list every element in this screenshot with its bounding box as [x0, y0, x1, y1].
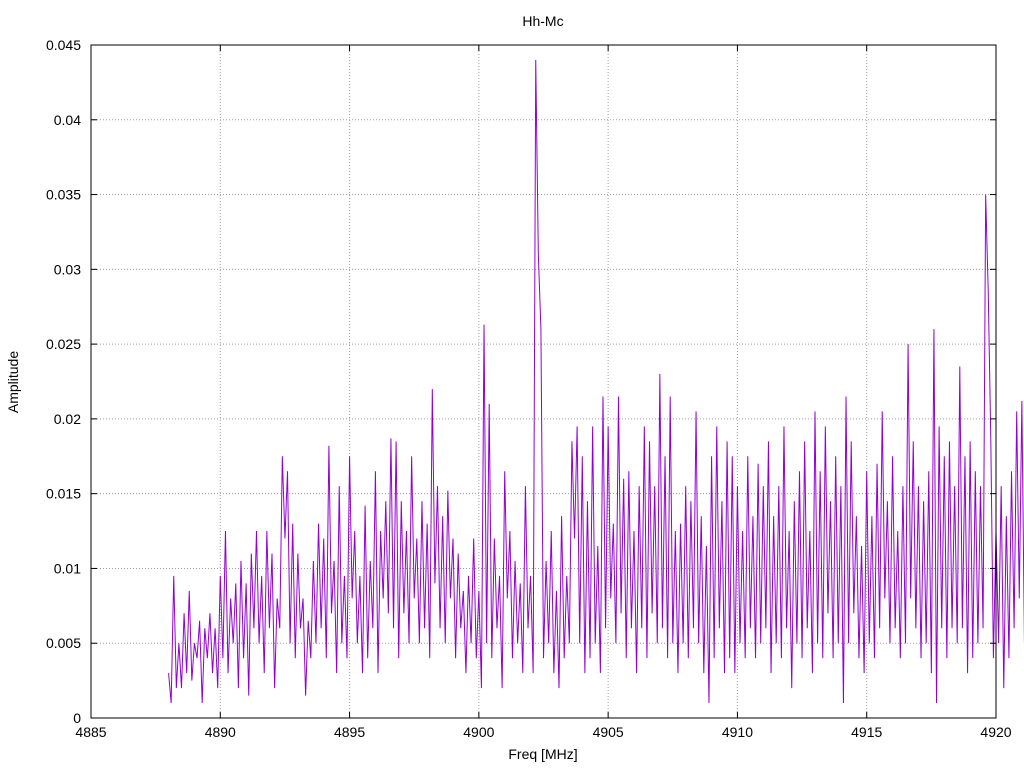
- y-tick-label: 0.04: [54, 112, 81, 128]
- x-tick-label: 4915: [851, 724, 882, 740]
- y-tick-label: 0.03: [54, 261, 81, 277]
- x-tick-label: 4910: [722, 724, 753, 740]
- x-tick-label: 4905: [593, 724, 624, 740]
- x-tick-label: 4890: [205, 724, 236, 740]
- x-tick-label: 4885: [75, 724, 106, 740]
- y-tick-label: 0.02: [54, 411, 81, 427]
- x-tick-label: 4900: [463, 724, 494, 740]
- y-tick-label: 0.025: [46, 336, 81, 352]
- spectrum-chart: 4885 4890 4895 4900 4905 4910 4915 4920 0 0.005 0.…: [0, 0, 1024, 768]
- y-axis-label: Amplitude: [5, 351, 21, 413]
- x-axis-label: Freq [MHz]: [508, 746, 577, 762]
- y-tick-label: 0.01: [54, 560, 81, 576]
- y-tick-label: 0.045: [46, 37, 81, 53]
- chart-title: Hh-Mc: [522, 13, 563, 29]
- x-tick-label: 4895: [334, 724, 365, 740]
- y-tick-label: 0.035: [46, 187, 81, 203]
- y-tick-label: 0.015: [46, 486, 81, 502]
- x-tick-label: 4920: [980, 724, 1011, 740]
- y-tick-label: 0: [73, 710, 81, 726]
- y-tick-label: 0.005: [46, 635, 81, 651]
